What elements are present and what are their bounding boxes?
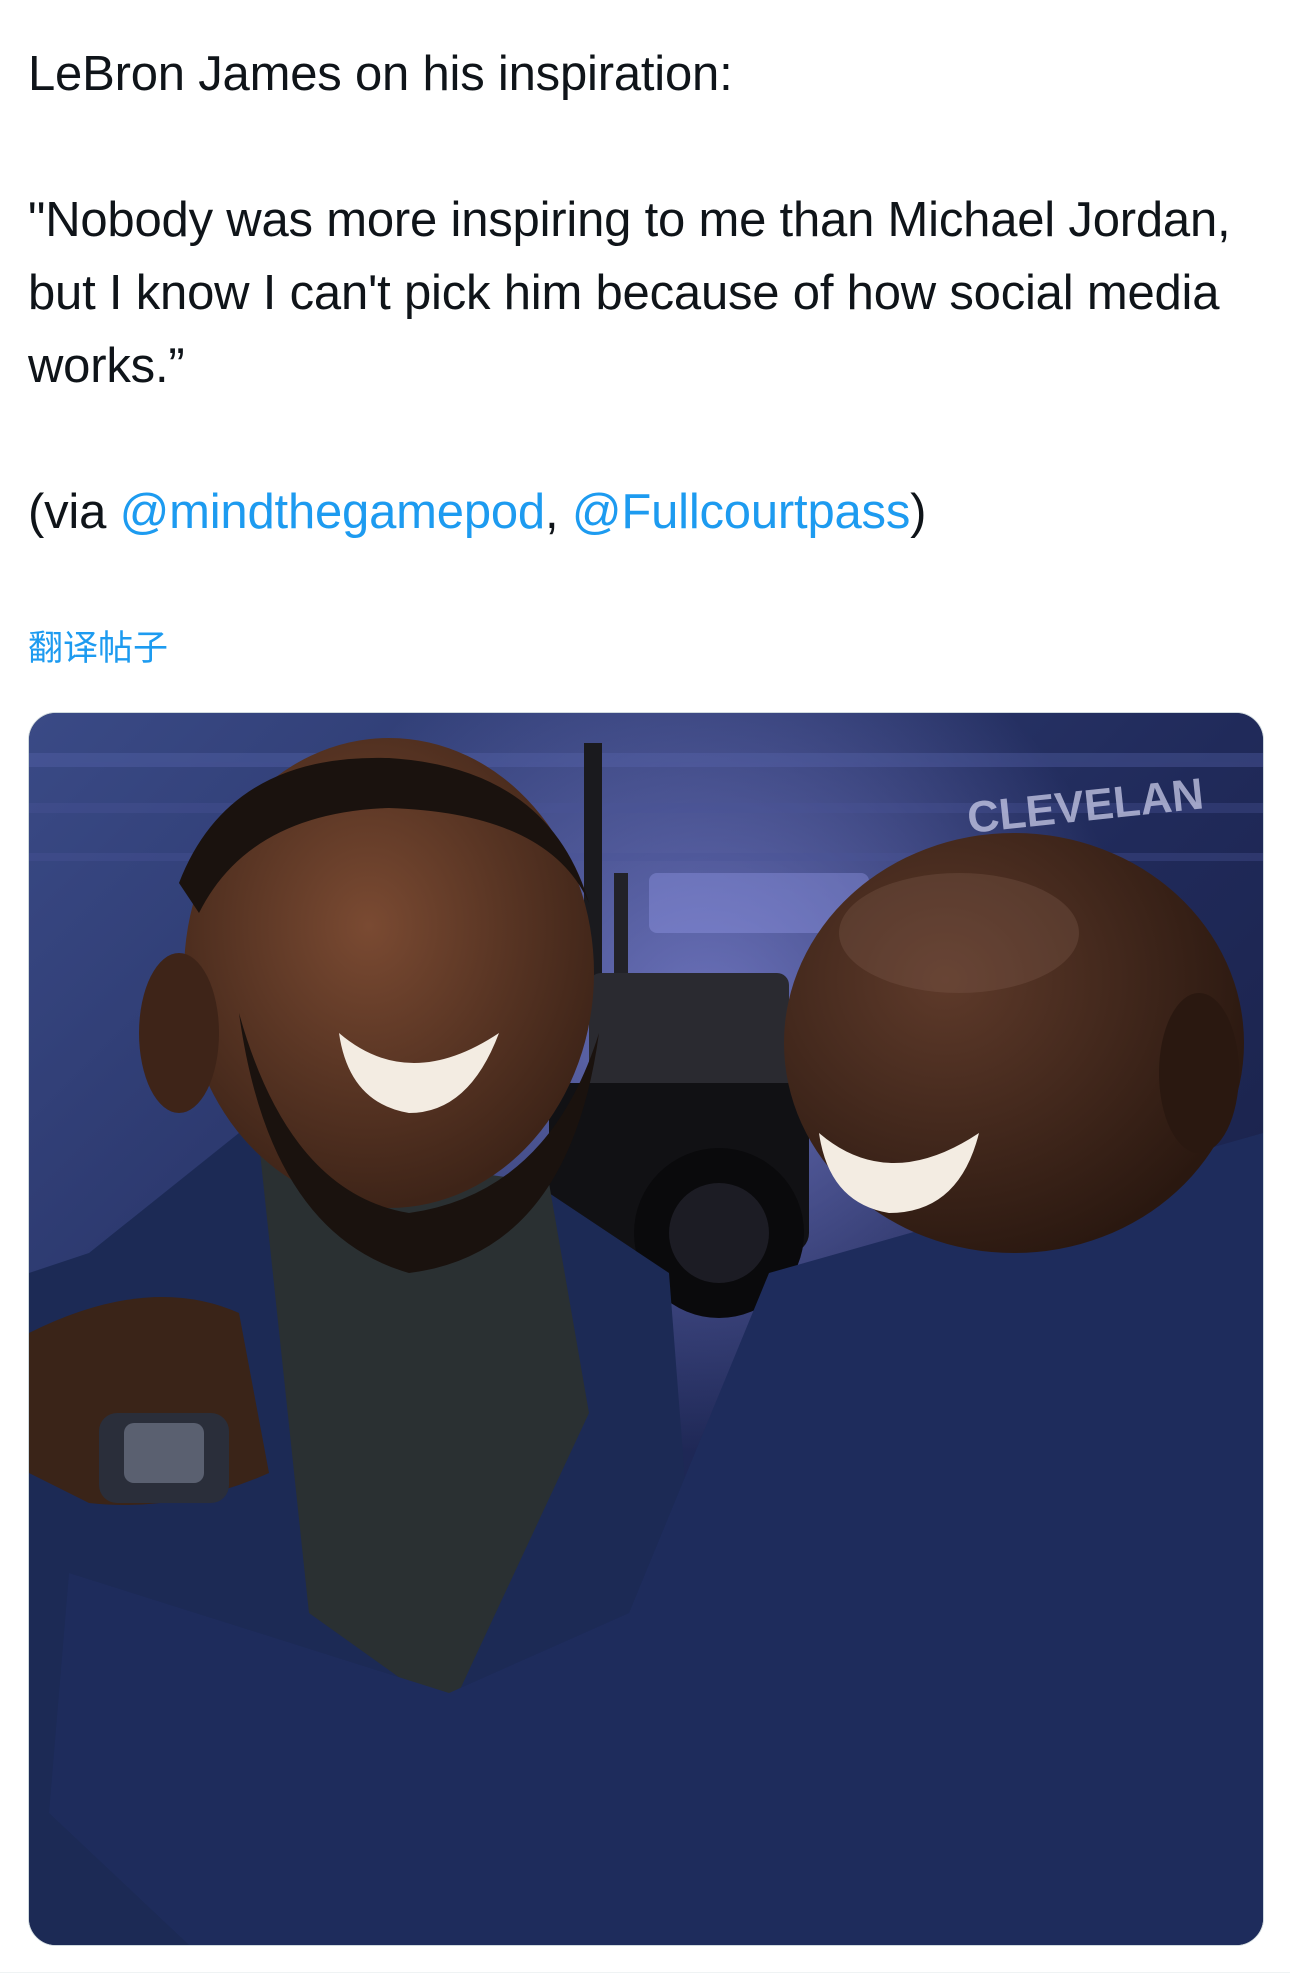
credit-suffix: ): [910, 485, 927, 539]
hand-on-shoulder: [29, 1297, 269, 1505]
tweet-photo[interactable]: CLEVELAN: [28, 712, 1264, 1946]
tweet-quote: "Nobody was more inspiring to me than Mi…: [28, 193, 1231, 393]
photo-illustration: CLEVELAN: [29, 713, 1263, 1945]
mention-mindthegamepod[interactable]: @mindthegamepod: [120, 485, 546, 539]
tweet-headline: LeBron James on his inspiration:: [28, 47, 733, 101]
mention-fullcourtpass[interactable]: @Fullcourtpass: [572, 485, 911, 539]
bottom-divider: [0, 1972, 1290, 1973]
right-person-head: [784, 833, 1244, 1253]
credit-separator: ,: [544, 485, 572, 539]
translate-post-link[interactable]: 翻译帖子: [28, 625, 168, 673]
tweet-credit: (via @mindthegamepod, @Fullcourtpass): [28, 476, 1268, 549]
credit-prefix: (via: [28, 485, 120, 539]
tweet-body: LeBron James on his inspiration: "Nobody…: [28, 38, 1268, 549]
